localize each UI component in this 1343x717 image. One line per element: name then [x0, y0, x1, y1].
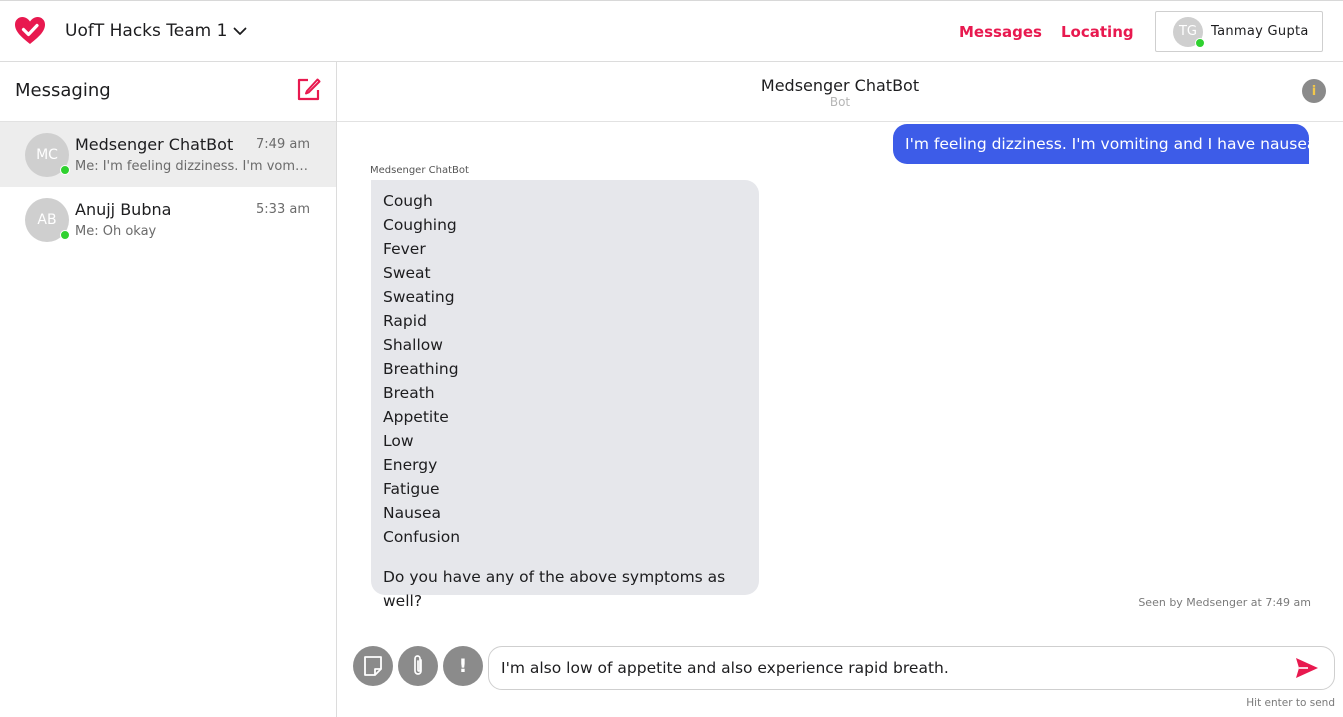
symptom-item: Sweating — [383, 288, 455, 306]
conversation-time: 5:33 am — [256, 202, 310, 217]
symptom-item: Sweat — [383, 264, 431, 282]
team-name: UofT Hacks Team 1 — [65, 21, 228, 41]
conversation-preview: Me: Oh okay — [75, 224, 157, 239]
top-bar: UofT Hacks Team 1 Messages Locating TG T… — [0, 0, 1343, 62]
conversation-time: 7:49 am — [256, 137, 310, 152]
compose-icon[interactable] — [296, 76, 322, 102]
chat-pane: Medsenger ChatBot Bot i I'm feeling dizz… — [337, 62, 1343, 717]
message-input[interactable] — [501, 647, 1281, 689]
message-sender-label: Medsenger ChatBot — [370, 165, 469, 176]
info-icon[interactable]: i — [1302, 79, 1326, 103]
symptom-item: Coughing — [383, 216, 457, 234]
conversation-preview: Me: I'm feeling dizziness. I'm vomiting … — [75, 159, 311, 174]
bot-question: Do you have any of the above symptoms as… — [383, 568, 726, 610]
symptom-item: Confusion — [383, 528, 461, 546]
avatar: AB — [25, 198, 70, 242]
user-menu-button[interactable]: TG Tanmay Gupta — [1155, 11, 1323, 52]
chat-header: Medsenger ChatBot Bot i — [337, 62, 1343, 122]
message-composer — [488, 646, 1335, 690]
note-icon — [364, 656, 382, 676]
chevron-down-icon — [234, 27, 247, 35]
send-hint: Hit enter to send — [1246, 697, 1335, 709]
user-avatar: TG — [1173, 16, 1205, 48]
nav-messages-link[interactable]: Messages — [959, 23, 1042, 41]
user-name: Tanmay Gupta — [1211, 24, 1309, 39]
team-selector[interactable]: UofT Hacks Team 1 — [65, 21, 247, 41]
outgoing-message: I'm feeling dizziness. I'm vomiting and … — [893, 124, 1321, 164]
symptom-item: Appetite — [383, 408, 449, 426]
chat-title: Medsenger ChatBot — [760, 76, 920, 95]
alert-button[interactable]: ! — [443, 646, 483, 686]
attach-button[interactable] — [398, 646, 438, 686]
symptom-item: Low — [383, 432, 414, 450]
alert-icon: ! — [458, 655, 468, 677]
conversation-item-medsenger[interactable]: MC Medsenger ChatBot 7:49 am Me: I'm fee… — [0, 122, 336, 187]
avatar-initials: MC — [36, 147, 58, 163]
symptom-item: Rapid — [383, 312, 427, 330]
symptom-list: Cough Coughing Fever Sweat Sweating Rapid Shal… — [383, 189, 747, 549]
symptom-item: Cough — [383, 192, 433, 210]
seen-receipt: Seen by Medsenger at 7:49 am — [1138, 596, 1311, 609]
symptom-item: Breathing — [383, 360, 459, 378]
conversation-name: Anujj Bubna — [75, 200, 172, 219]
symptom-item: Energy — [383, 456, 438, 474]
symptom-item: Fatigue — [383, 480, 440, 498]
conversation-item-anujj[interactable]: AB Anujj Bubna 5:33 am Me: Oh okay — [0, 187, 336, 252]
avatar: MC — [25, 133, 70, 177]
nav-locating-link[interactable]: Locating — [1061, 23, 1134, 41]
online-status-dot — [1195, 37, 1205, 48]
paperclip-icon — [414, 655, 422, 675]
sidebar-title: Messaging — [15, 80, 111, 101]
note-button[interactable] — [353, 646, 393, 686]
incoming-message: Cough Coughing Fever Sweat Sweating Rapid Shal… — [371, 180, 759, 610]
online-status-dot — [60, 230, 70, 240]
symptom-item: Nausea — [383, 504, 442, 522]
conversation-sidebar: Messaging MC Medsenger ChatBot 7:49 am M… — [0, 62, 337, 717]
user-initials: TG — [1178, 24, 1197, 39]
symptom-item: Breath — [383, 384, 435, 402]
chat-subtitle: Bot — [829, 95, 851, 109]
sidebar-header: Messaging — [0, 62, 336, 122]
heart-check-icon[interactable] — [14, 15, 46, 47]
symptom-item: Fever — [383, 240, 426, 258]
online-status-dot — [60, 165, 70, 175]
conversation-name: Medsenger ChatBot — [75, 135, 234, 154]
avatar-initials: AB — [37, 212, 57, 228]
send-icon[interactable] — [1295, 657, 1319, 679]
symptom-item: Shallow — [383, 336, 443, 354]
